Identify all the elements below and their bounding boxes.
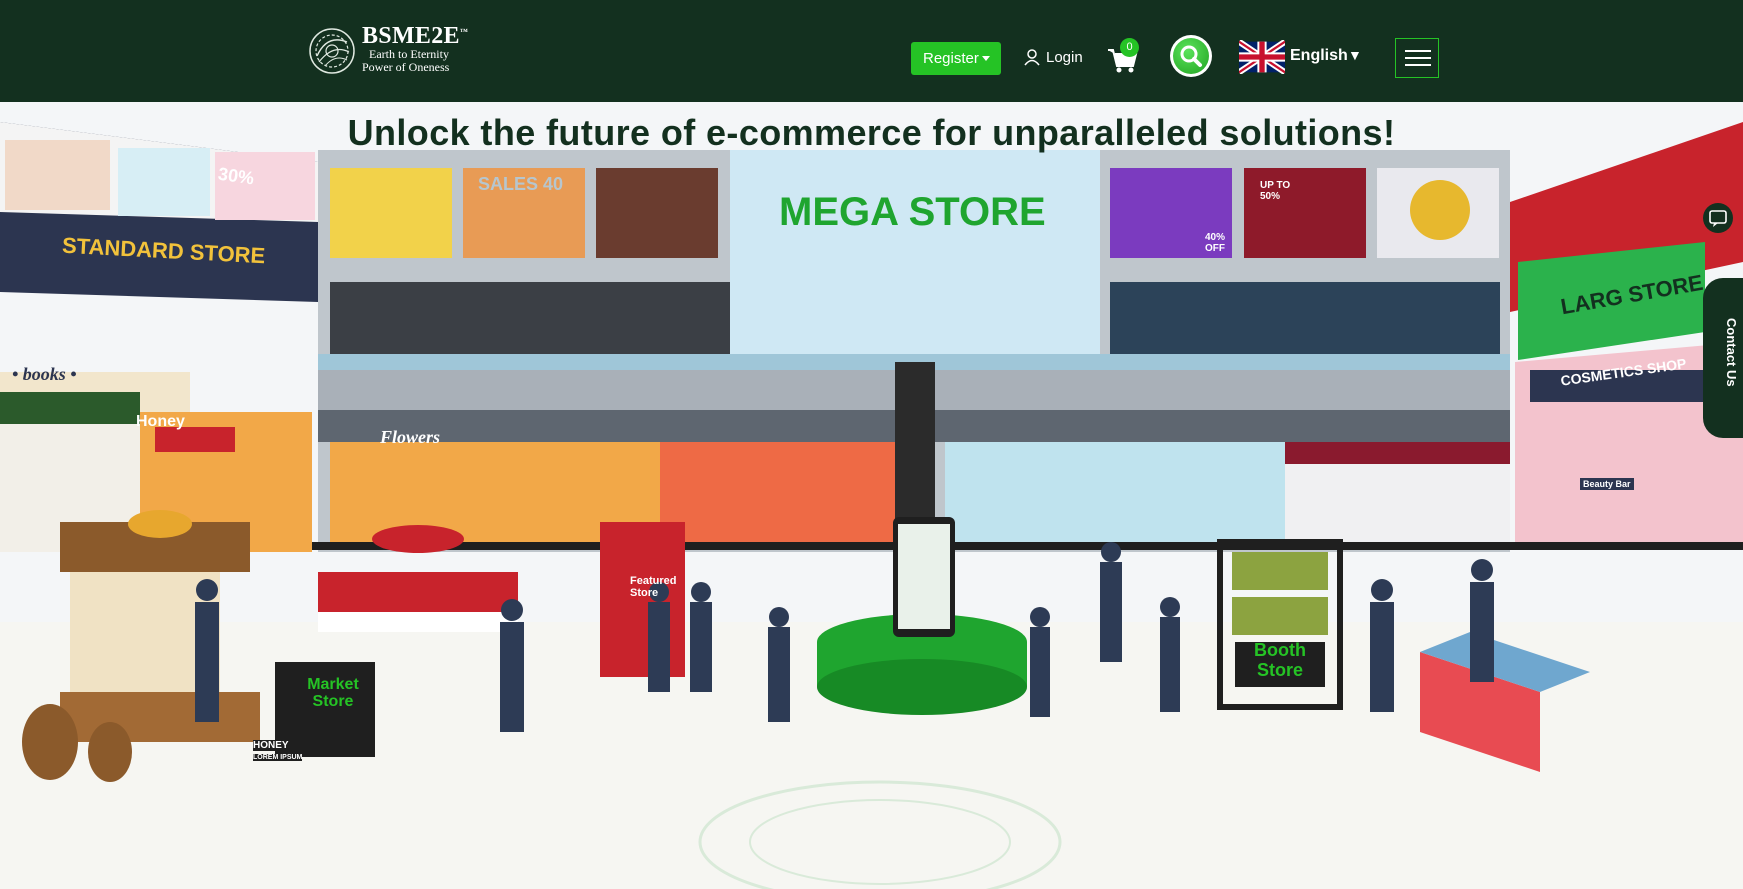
- hamburger-line: [1405, 50, 1431, 52]
- search-button-face: [1173, 38, 1209, 74]
- flowers-sign: Flowers: [380, 427, 441, 447]
- language-label: English: [1290, 47, 1348, 64]
- top-navbar: BSME2E™ Earth to Eternity Power of Onene…: [0, 0, 1743, 102]
- caret-down-icon: [982, 56, 990, 61]
- hamburger-menu-button[interactable]: [1395, 38, 1439, 78]
- hamburger-line: [1405, 57, 1431, 59]
- user-icon: [1024, 49, 1040, 66]
- contact-us-label: Contact Us: [1724, 318, 1739, 387]
- login-label: Login: [1046, 49, 1083, 66]
- featured-store-sign: Featured Store: [630, 575, 677, 599]
- cart-count-badge: 0: [1120, 38, 1139, 57]
- beauty-bar-sign: Beauty Bar: [1580, 478, 1634, 490]
- chat-icon[interactable]: [1703, 203, 1733, 233]
- uk-flag-icon: [1239, 40, 1285, 74]
- lorem-board-text: LOREM IPSUM: [253, 754, 303, 761]
- register-button[interactable]: Register: [911, 42, 1001, 75]
- books-sign: • books •: [12, 364, 77, 384]
- search-icon: [1180, 45, 1202, 67]
- register-label: Register: [923, 50, 979, 67]
- mega-store-sign: MEGA STORE: [779, 190, 1046, 234]
- market-store-sign: Market Store: [307, 676, 359, 710]
- booth-store-sign: Booth Store: [1254, 640, 1306, 680]
- brand-tagline-2: Power of Oneness: [362, 60, 450, 74]
- hero-mall-illustration: MEGA STORE STANDARD STORE LARG STORE COS…: [0, 102, 1743, 889]
- honey-sign: Honey: [136, 413, 185, 430]
- honey-board-text: HONEY: [253, 740, 289, 751]
- upto-50-badge: UP TO 50%: [1260, 180, 1291, 202]
- hero-headline: Unlock the future of e-commerce for unpa…: [347, 112, 1396, 153]
- hamburger-line: [1405, 64, 1431, 66]
- language-selector[interactable]: English ▼: [1239, 40, 1362, 74]
- brand-name: BSME2E™: [362, 23, 469, 49]
- contact-us-tab[interactable]: Contact Us: [1703, 278, 1743, 438]
- logo-mark-icon: [309, 28, 355, 74]
- search-button[interactable]: [1170, 35, 1212, 77]
- off-40-badge: 40% OFF: [1205, 232, 1226, 254]
- sale-40-text: SALES 40: [478, 174, 564, 194]
- chat-bubble-icon: [1709, 210, 1727, 227]
- cart-button[interactable]: 0: [1106, 38, 1142, 74]
- brand-logo[interactable]: BSME2E™ Earth to Eternity Power of Onene…: [307, 23, 469, 74]
- chevron-down-icon: ▼: [1348, 47, 1362, 63]
